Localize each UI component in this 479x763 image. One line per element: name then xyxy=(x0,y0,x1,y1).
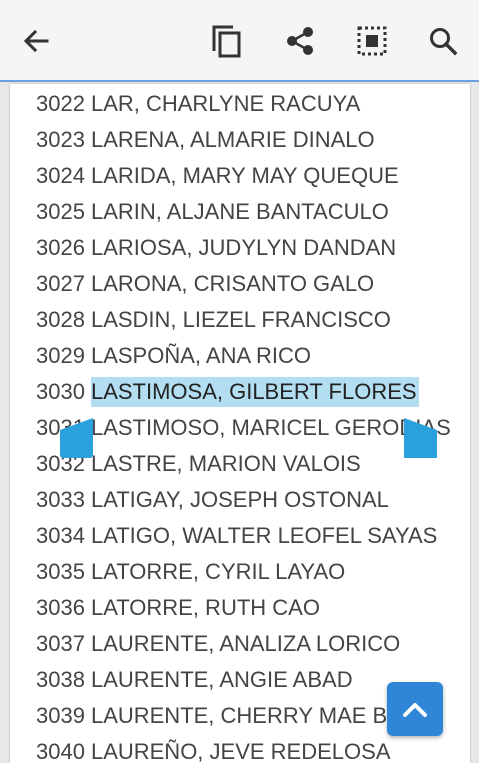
item-name: LATIGO, WALTER LEOFEL SAYAS xyxy=(90,523,438,548)
list-item: 3025 LARIN, ALJANE BANTACULO xyxy=(36,197,389,227)
item-name: LAUREÑO, JEVE REDELOSA xyxy=(90,739,391,763)
list-item: 3034 LATIGO, WALTER LEOFEL SAYAS xyxy=(36,521,437,551)
item-number: 3022 xyxy=(36,91,85,116)
list-item: 3040 LAUREÑO, JEVE REDELOSA xyxy=(36,737,391,763)
list-item: 3036 LATORRE, RUTH CAO xyxy=(36,593,320,623)
item-number: 3028 xyxy=(36,307,85,332)
item-name: LARIDA, MARY MAY QUEQUE xyxy=(90,163,399,188)
item-number: 3035 xyxy=(36,559,85,584)
item-name: LARENA, ALMARIE DINALO xyxy=(90,127,375,152)
item-name: LARIN, ALJANE BANTACULO xyxy=(90,199,389,224)
top-toolbar xyxy=(0,0,479,82)
item-number: 3034 xyxy=(36,523,85,548)
item-name: LAURENTE, ANGIE ABAD xyxy=(90,667,353,692)
list-item: 3029 LASPOÑA, ANA RICO xyxy=(36,341,311,371)
list-item: 3035 LATORRE, CYRIL LAYAO xyxy=(36,557,345,587)
copy-button[interactable] xyxy=(209,23,245,59)
list-item: 3039 LAURENTE, CHERRY MAE BA xyxy=(36,701,402,731)
item-number: 3038 xyxy=(36,667,85,692)
item-name: LAURENTE, CHERRY MAE BA xyxy=(90,703,402,728)
back-button[interactable] xyxy=(18,23,54,59)
select-all-button[interactable] xyxy=(354,23,390,59)
back-arrow-icon xyxy=(23,29,49,53)
item-name: LATIGAY, JOSEPH OSTONAL xyxy=(90,487,389,512)
item-number: 3040 xyxy=(36,739,85,763)
copy-icon xyxy=(212,25,241,58)
item-number: 3033 xyxy=(36,487,85,512)
list-item: 3038 LAURENTE, ANGIE ABAD xyxy=(36,665,353,695)
item-name: LASPOÑA, ANA RICO xyxy=(90,343,312,368)
scroll-to-top-button[interactable] xyxy=(387,682,443,736)
item-name: LAURENTE, ANALIZA LORICO xyxy=(90,631,401,656)
share-button[interactable] xyxy=(282,23,318,59)
list-item: 3027 LARONA, CRISANTO GALO xyxy=(36,269,374,299)
selected-text[interactable]: LASTIMOSA, GILBERT FLORES xyxy=(90,377,419,407)
item-name: LATORRE, CYRIL LAYAO xyxy=(90,559,346,584)
list-item: 3026 LARIOSA, JUDYLYN DANDAN xyxy=(36,233,396,263)
item-name: LARONA, CRISANTO GALO xyxy=(90,271,375,296)
item-name: LASTRE, MARION VALOIS xyxy=(90,451,361,476)
item-number: 3029 xyxy=(36,343,85,368)
chevron-up-icon xyxy=(403,703,427,717)
share-icon xyxy=(287,27,313,55)
item-name: LASTIMOSO, MARICEL GERODIAS xyxy=(90,415,451,440)
list-item: 3037 LAURENTE, ANALIZA LORICO xyxy=(36,629,400,659)
item-name: LATORRE, RUTH CAO xyxy=(90,595,320,620)
select-all-icon xyxy=(357,26,387,56)
item-number: 3036 xyxy=(36,595,85,620)
item-number: 3030 xyxy=(36,379,85,404)
item-name: LASDIN, LIEZEL FRANCISCO xyxy=(90,307,391,332)
list-item: 3031 LASTIMOSO, MARICEL GERODIAS xyxy=(36,413,451,443)
item-number: 3027 xyxy=(36,271,85,296)
item-number: 3023 xyxy=(36,127,85,152)
item-number: 3025 xyxy=(36,199,85,224)
item-number: 3026 xyxy=(36,235,85,260)
item-name: LAR, CHARLYNE RACUYA xyxy=(90,91,361,116)
selected-list-item[interactable]: 3030 LASTIMOSA, GILBERT FLORES xyxy=(36,377,419,407)
list-item: 3028 LASDIN, LIEZEL FRANCISCO xyxy=(36,305,391,335)
list-item: 3022 LAR, CHARLYNE RACUYA xyxy=(36,89,360,119)
list-item: 3024 LARIDA, MARY MAY QUEQUE xyxy=(36,161,399,191)
search-icon xyxy=(430,28,458,56)
list-item: 3023 LARENA, ALMARIE DINALO xyxy=(36,125,375,155)
item-number: 3039 xyxy=(36,703,85,728)
list-item: 3033 LATIGAY, JOSEPH OSTONAL xyxy=(36,485,389,515)
item-name: LARIOSA, JUDYLYN DANDAN xyxy=(90,235,397,260)
item-number: 3024 xyxy=(36,163,85,188)
item-number: 3037 xyxy=(36,631,85,656)
search-button[interactable] xyxy=(425,23,461,59)
